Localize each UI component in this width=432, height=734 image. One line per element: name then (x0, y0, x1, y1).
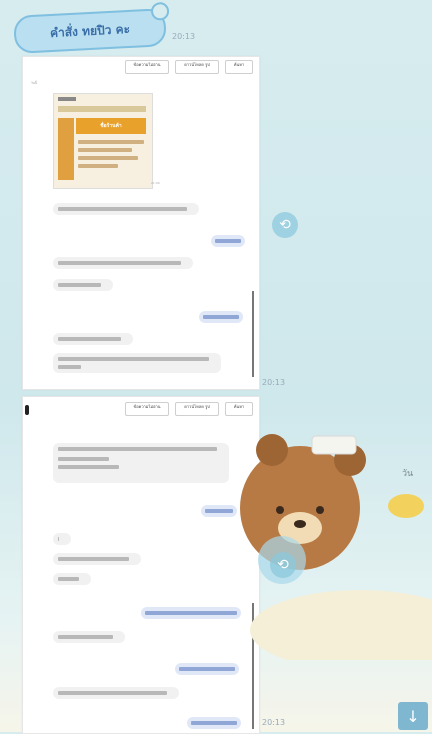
sticker-curl-decoration (150, 1, 170, 21)
incoming-message (53, 687, 179, 699)
message-time: 21:00 (151, 181, 160, 185)
bear-eye (276, 506, 284, 514)
screenshot-message-2[interactable]: ข้อความไม่อ่าน ดาวน์โหลด รูป ค้นหา (22, 396, 260, 734)
embedded-image: ชื่อร้านค้า (53, 93, 153, 189)
bear-ear (256, 434, 288, 466)
bear-eye (316, 506, 324, 514)
incoming-message (53, 631, 125, 643)
search-button[interactable]: ค้นหา (225, 402, 253, 416)
outgoing-message (175, 663, 239, 675)
outgoing-message (187, 717, 241, 729)
arrow-down-icon[interactable]: ↓ (398, 702, 428, 730)
unread-button[interactable]: ข้อความไม่อ่าน (125, 60, 169, 74)
outgoing-message (141, 607, 241, 619)
chick-decoration (388, 494, 424, 518)
outgoing-message (211, 235, 245, 247)
embedded-bar (58, 106, 146, 112)
embedded-banner: ชื่อร้านค้า (76, 118, 146, 134)
incoming-message (53, 257, 193, 269)
bear-background-illustration (240, 434, 432, 660)
scrollbar[interactable] (252, 291, 254, 377)
screenshot-message-1[interactable]: ข้อความไม่อ่าน ดาวน์โหลด รูป ค้นหา วันนี… (22, 56, 260, 390)
share-icon[interactable]: ⟲ (272, 212, 298, 238)
incoming-message (53, 203, 199, 215)
embedded-line (78, 148, 132, 152)
incoming-message (53, 353, 221, 373)
share-icon[interactable]: ⟲ (270, 552, 296, 578)
bear-nose (294, 520, 306, 528)
embedded-line (78, 164, 118, 168)
cursor-marker (25, 405, 29, 415)
incoming-message (53, 573, 91, 585)
sticker-message[interactable]: คำสั่ง ทยปิว คะ (13, 1, 170, 54)
sticker-time: 20:13 (172, 32, 196, 41)
embedded-line (78, 140, 144, 144)
embedded-line (78, 156, 138, 160)
incoming-message (53, 333, 133, 345)
search-button[interactable]: ค้นหา (225, 60, 253, 74)
outgoing-message (201, 505, 237, 517)
incoming-message (53, 443, 229, 483)
screenshot-2-time: 20:13 (262, 718, 286, 727)
incoming-message (53, 533, 71, 545)
side-label: วัน (402, 469, 414, 479)
sticker-text: คำสั่ง ทยปิว คะ (49, 21, 131, 40)
screenshot-1-time: 20:13 (262, 378, 286, 387)
incoming-message (53, 553, 141, 565)
download-button[interactable]: ดาวน์โหลด รูป (175, 402, 219, 416)
cream-splash (250, 590, 432, 660)
download-button[interactable]: ดาวน์โหลด รูป (175, 60, 219, 74)
unread-button[interactable]: ข้อความไม่อ่าน (125, 402, 169, 416)
embedded-header (58, 97, 76, 101)
incoming-message (53, 279, 113, 291)
bear-hat (311, 435, 357, 455)
embedded-sidebar (58, 118, 74, 180)
date-label: วันนี้ (31, 81, 37, 85)
outgoing-message (199, 311, 243, 323)
